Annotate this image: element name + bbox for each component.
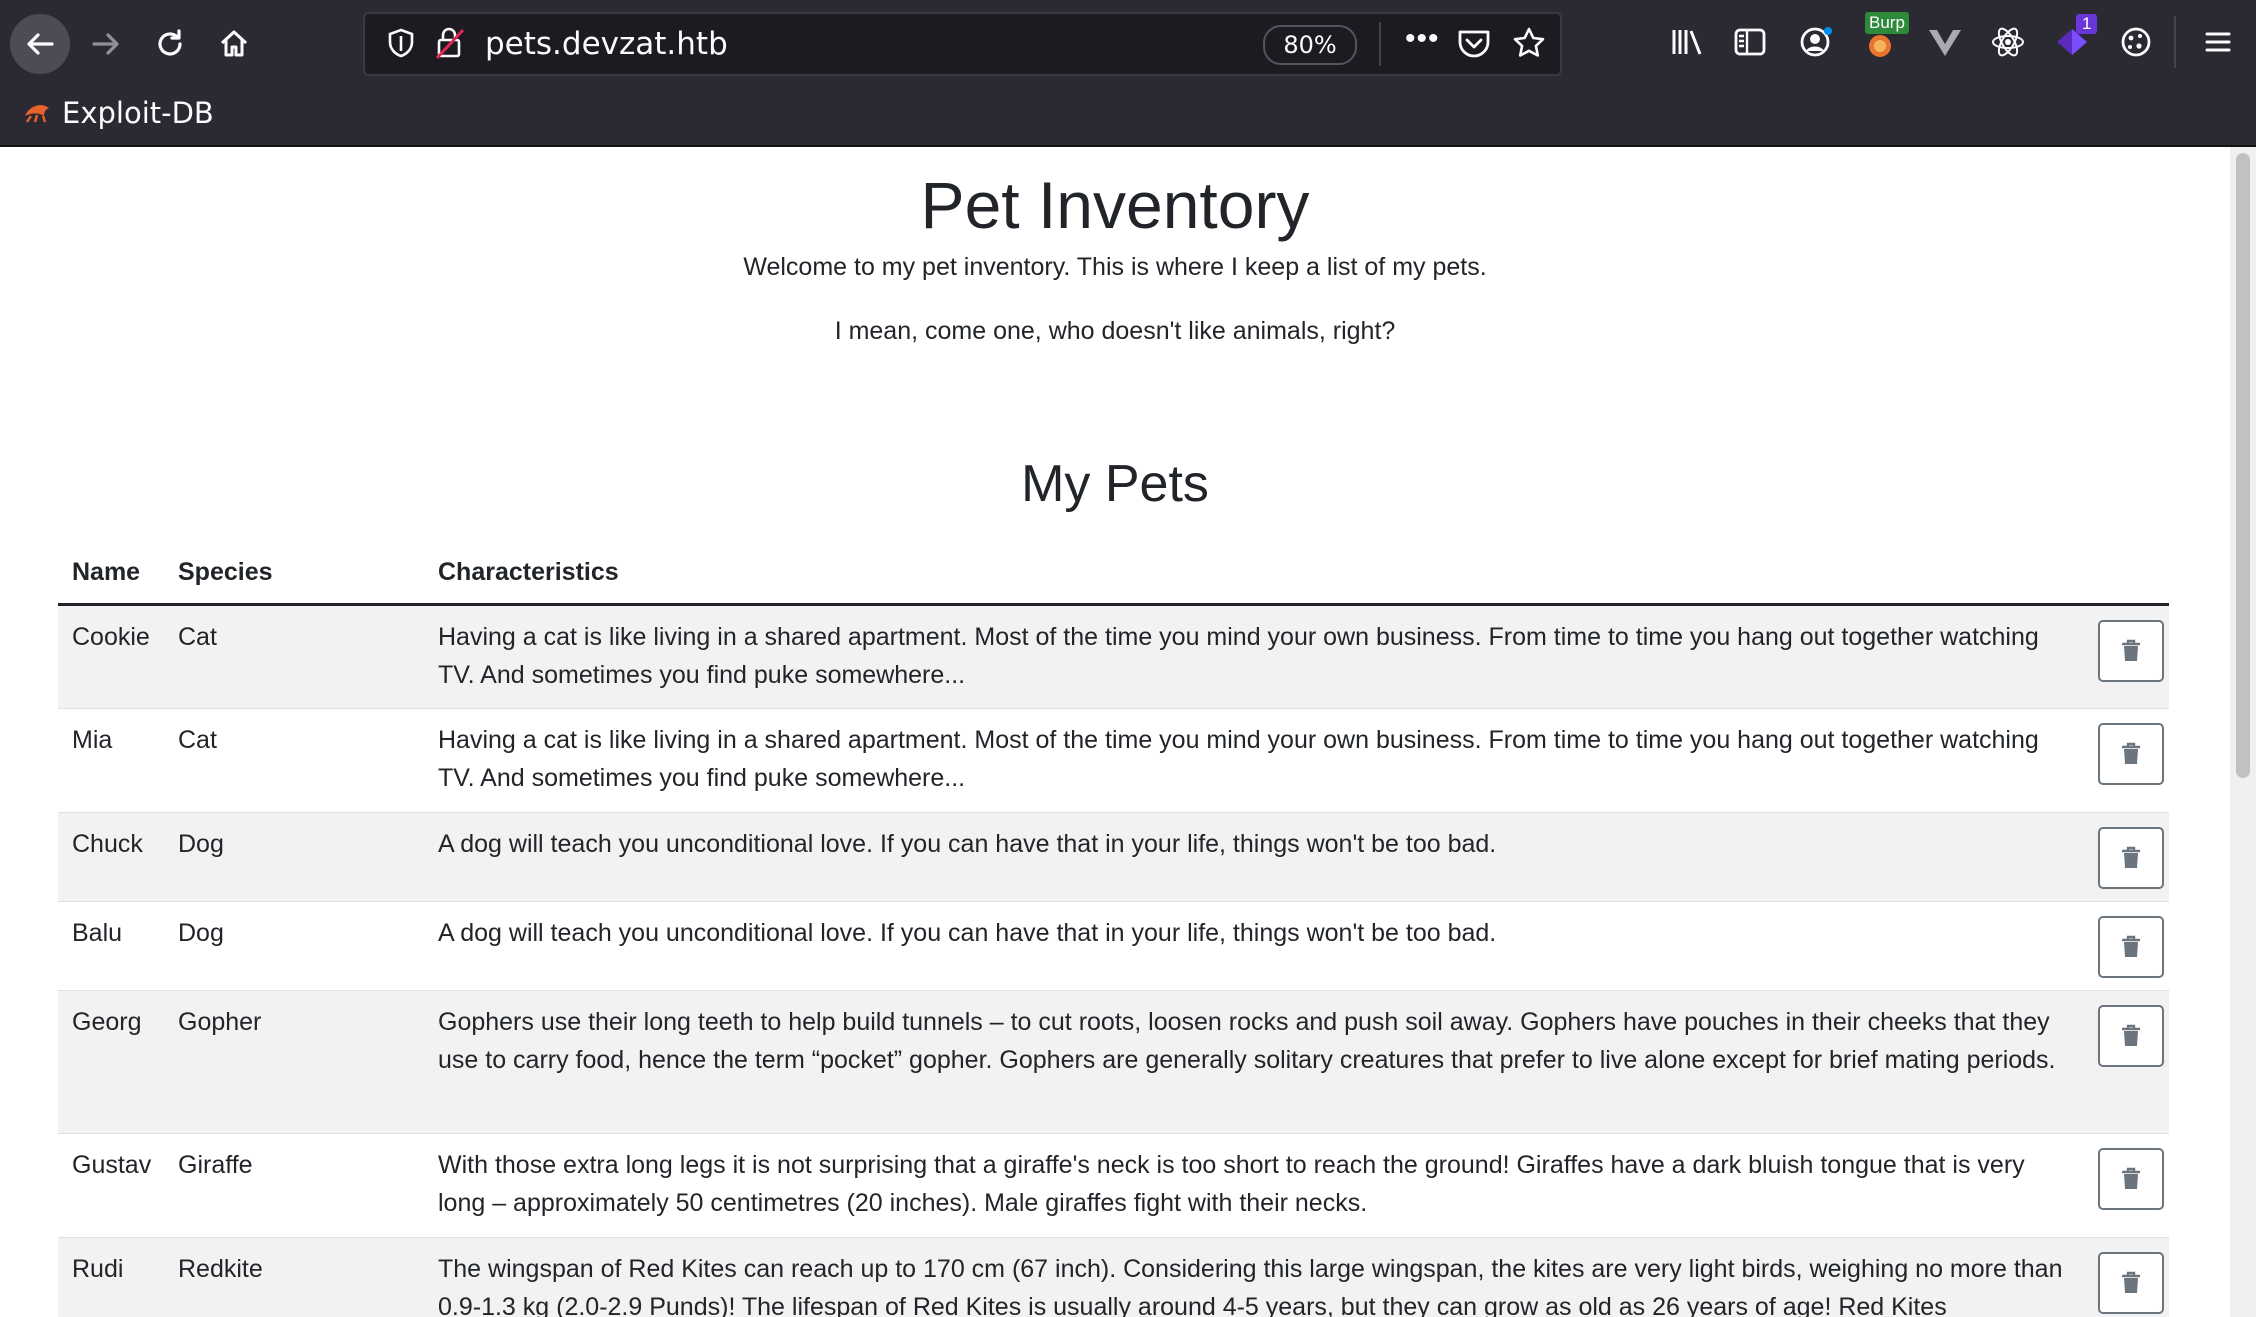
library-icon[interactable]	[1666, 20, 1710, 64]
column-header-species: Species	[164, 541, 424, 606]
exploit-db-icon	[22, 98, 52, 129]
trash-icon	[2122, 846, 2140, 868]
browser-toolbar: pets.devzat.htb 80% ••• Burp 1 Exploit-D…	[0, 0, 2256, 147]
table-row: Cookie Cat Having a cat is like living i…	[58, 604, 2169, 709]
insecure-lock-icon[interactable]	[435, 26, 465, 65]
pet-name: Chuck	[58, 812, 164, 902]
pocket-icon[interactable]	[1457, 28, 1491, 65]
extension-badge: 1	[2076, 14, 2098, 34]
pet-name: Rudi	[58, 1237, 164, 1317]
trash-icon	[2122, 639, 2140, 661]
zoom-level-button[interactable]: 80%	[1263, 25, 1357, 65]
table-row: Mia Cat Having a cat is like living in a…	[58, 708, 2169, 813]
delete-pet-button[interactable]	[2098, 1252, 2164, 1314]
page-scrollbar[interactable]	[2230, 147, 2256, 1317]
column-header-actions	[2084, 541, 2169, 606]
trash-icon	[2122, 1167, 2140, 1189]
table-header-row: Name Species Characteristics	[58, 541, 2169, 606]
pets-table: Name Species Characteristics Cookie Cat …	[58, 541, 2169, 1317]
table-row: Rudi Redkite The wingspan of Red Kites c…	[58, 1237, 2169, 1317]
pet-species: Redkite	[164, 1237, 424, 1317]
table-row: Georg Gopher Gophers use their long teet…	[58, 990, 2169, 1134]
section-title: My Pets	[1021, 455, 1209, 513]
column-header-name: Name	[58, 541, 164, 606]
delete-pet-button[interactable]	[2098, 827, 2164, 889]
trash-icon	[2122, 1024, 2140, 1046]
pet-name: Gustav	[58, 1133, 164, 1238]
delete-pet-button[interactable]	[2098, 1148, 2164, 1210]
reload-button[interactable]	[140, 14, 200, 74]
cookie-icon[interactable]	[2114, 20, 2158, 64]
delete-pet-button[interactable]	[2098, 916, 2164, 978]
pet-species: Dog	[164, 812, 424, 902]
bookmark-exploit-db[interactable]: Exploit-DB	[62, 96, 214, 130]
url-bar[interactable]: pets.devzat.htb 80% •••	[363, 12, 1562, 76]
delete-pet-button[interactable]	[2098, 723, 2164, 785]
table-row: Gustav Giraffe With those extra long leg…	[58, 1133, 2169, 1238]
table-row: Balu Dog A dog will teach you unconditio…	[58, 901, 2169, 991]
burp-badge: Burp	[1865, 12, 1909, 34]
star-icon[interactable]	[1512, 26, 1546, 65]
pet-species: Cat	[164, 604, 424, 709]
menu-icon[interactable]	[2196, 20, 2240, 64]
home-icon	[220, 30, 248, 57]
toolbar-divider	[2174, 16, 2176, 68]
pet-characteristics: Having a cat is like living in a shared …	[424, 604, 2084, 709]
trash-icon	[2122, 742, 2140, 764]
sidebar-icon[interactable]	[1728, 20, 1772, 64]
page-content: Pet Inventory Welcome to my pet inventor…	[0, 147, 2230, 1317]
account-icon[interactable]	[1794, 20, 1838, 64]
bookmarks-toolbar: Exploit-DB	[22, 96, 214, 130]
pet-characteristics: Having a cat is like living in a shared …	[424, 708, 2084, 813]
pet-characteristics: With those extra long legs it is not sur…	[424, 1133, 2084, 1238]
react-icon[interactable]	[1986, 20, 2030, 64]
pet-name: Georg	[58, 990, 164, 1134]
intro-text: Welcome to my pet inventory. This is whe…	[743, 253, 1487, 281]
pet-characteristics: Gophers use their long teeth to help bui…	[424, 990, 2084, 1134]
scrollbar-thumb[interactable]	[2236, 153, 2250, 778]
url-text[interactable]: pets.devzat.htb	[485, 26, 728, 62]
page-title: Pet Inventory	[920, 168, 1310, 242]
trash-icon	[2122, 1271, 2140, 1293]
home-button[interactable]	[204, 14, 264, 74]
shield-icon[interactable]	[387, 28, 415, 63]
table-row: Chuck Dog A dog will teach you unconditi…	[58, 812, 2169, 902]
pet-name: Balu	[58, 901, 164, 991]
pet-characteristics: A dog will teach you unconditional love.…	[424, 901, 2084, 991]
pet-species: Dog	[164, 901, 424, 991]
pet-species: Gopher	[164, 990, 424, 1134]
pet-species: Giraffe	[164, 1133, 424, 1238]
pet-species: Cat	[164, 708, 424, 813]
forward-icon	[92, 33, 119, 55]
back-icon	[27, 33, 54, 55]
forward-button[interactable]	[76, 14, 136, 74]
delete-pet-button[interactable]	[2098, 1005, 2164, 1067]
column-header-characteristics: Characteristics	[424, 541, 2084, 606]
delete-pet-button[interactable]	[2098, 620, 2164, 682]
pet-name: Cookie	[58, 604, 164, 709]
reload-icon	[158, 29, 182, 56]
page-actions-button[interactable]: •••	[1405, 22, 1440, 56]
vue-icon[interactable]	[1923, 20, 1967, 64]
trash-icon	[2122, 935, 2140, 957]
back-button[interactable]	[10, 14, 70, 74]
url-bar-divider	[1379, 22, 1381, 66]
intro-text-secondary: I mean, come one, who doesn't like anima…	[834, 317, 1396, 345]
pet-characteristics: A dog will teach you unconditional love.…	[424, 812, 2084, 902]
pet-name: Mia	[58, 708, 164, 813]
pet-characteristics: The wingspan of Red Kites can reach up t…	[424, 1237, 2084, 1317]
